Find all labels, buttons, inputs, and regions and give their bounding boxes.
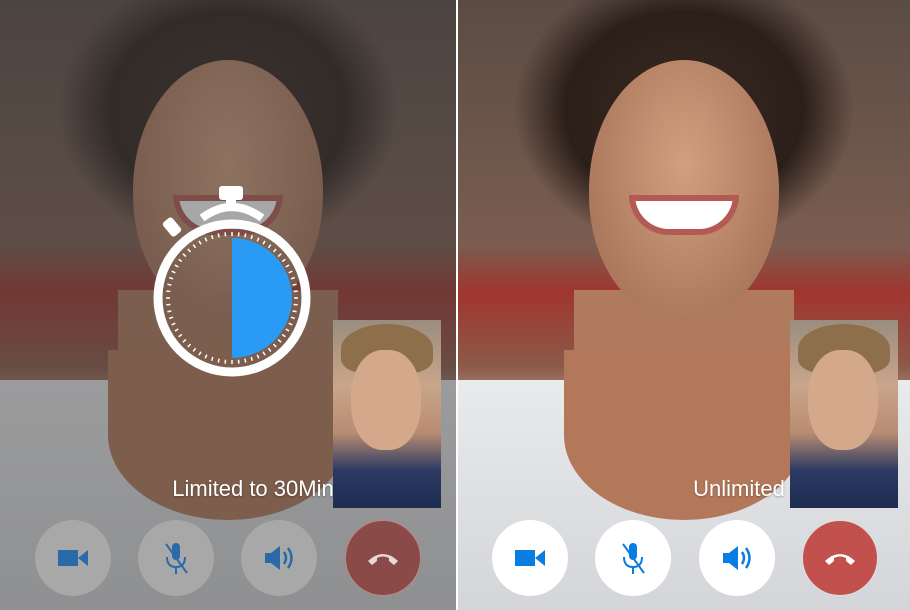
mic-off-icon — [622, 543, 645, 574]
timer-tick — [204, 354, 208, 359]
timer-tick — [174, 328, 179, 332]
premium-call-panel: Unlimited — [458, 0, 910, 610]
video-icon — [58, 550, 88, 566]
timer-tick — [267, 244, 272, 249]
timer-tick — [198, 240, 202, 245]
timer-tick — [272, 248, 277, 253]
timer-tick — [187, 248, 192, 253]
timer-tick — [187, 343, 192, 348]
timer-tick — [171, 322, 176, 326]
timer-tick — [182, 338, 187, 343]
timer-tick — [288, 270, 293, 274]
free-call-panel: Limited to 30Min — [0, 0, 456, 610]
timer-tick — [167, 283, 172, 286]
timer-tick — [281, 258, 286, 263]
timer-progress — [232, 238, 292, 358]
timer-tick — [281, 333, 286, 338]
timer-tick — [192, 347, 197, 352]
mic-off-icon — [165, 543, 188, 574]
timer-tick — [288, 322, 293, 326]
timer-tick — [244, 358, 247, 363]
phone-hangup-icon — [825, 554, 855, 565]
stopwatch-icon — [153, 186, 311, 377]
timer-tick — [174, 264, 179, 268]
timer-tick — [267, 347, 272, 352]
timer-tick — [250, 234, 254, 240]
end-call-button[interactable] — [345, 520, 421, 596]
unlimited-caption: Unlimited — [693, 476, 785, 501]
timer-tick — [277, 253, 282, 258]
timer-tick — [262, 351, 266, 356]
video-icon — [515, 550, 545, 566]
end-call-button[interactable] — [802, 520, 878, 596]
timer-tick — [210, 356, 214, 362]
video-button[interactable] — [35, 520, 111, 596]
timer-tick — [210, 234, 214, 240]
timer-tick — [178, 333, 183, 338]
timer-tick — [178, 258, 183, 263]
mute-button[interactable] — [138, 520, 214, 596]
timer-tick — [262, 240, 266, 245]
speaker-icon — [723, 546, 751, 570]
phone-hangup-icon — [368, 554, 398, 565]
timer-tick — [292, 283, 297, 286]
timer-tick — [168, 276, 174, 280]
timer-tick — [168, 316, 174, 320]
timer-tick — [285, 264, 290, 268]
timer-tick — [256, 237, 260, 242]
timer-tick — [285, 328, 290, 332]
timer-tick — [277, 338, 282, 343]
timer-tick — [290, 276, 296, 280]
timer-tick — [171, 270, 176, 274]
video-button[interactable] — [492, 520, 568, 596]
speaker-button[interactable] — [699, 520, 775, 596]
remote-video — [458, 0, 910, 610]
speaker-button[interactable] — [241, 520, 317, 596]
timer-tick — [272, 343, 277, 348]
timer-tick — [217, 233, 220, 238]
timer-tick — [256, 354, 260, 359]
timer-tick — [290, 316, 296, 320]
timer-tick — [217, 358, 220, 363]
speaker-icon — [265, 546, 293, 570]
timer-tick — [198, 351, 202, 356]
timer-tick — [167, 310, 172, 313]
limit-caption: Limited to 30Min — [172, 476, 334, 501]
timer-tick — [204, 237, 208, 242]
mute-button[interactable] — [595, 520, 671, 596]
timer-tick — [292, 310, 297, 313]
timer-tick — [182, 253, 187, 258]
timer-tick — [192, 244, 197, 249]
timer-tick — [250, 356, 254, 362]
timer-tick — [244, 233, 247, 238]
